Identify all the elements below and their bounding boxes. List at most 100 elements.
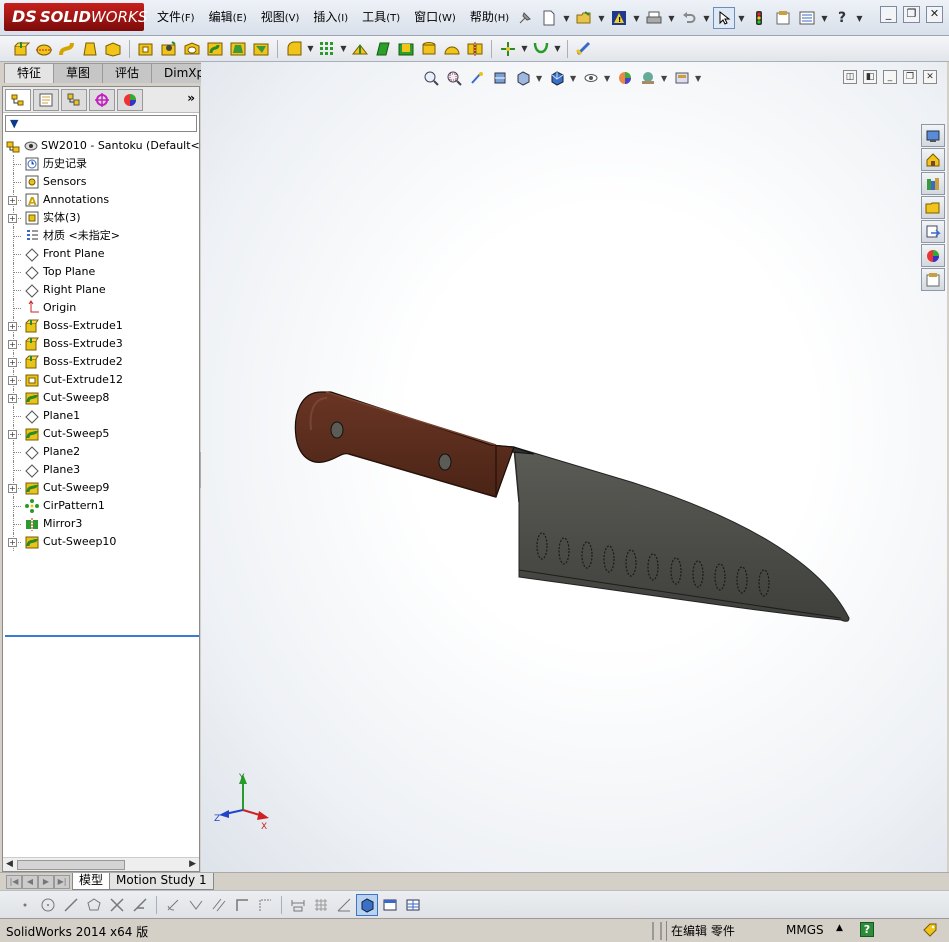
extruded-boss-icon[interactable] — [10, 38, 32, 60]
tree-item[interactable]: 历史记录 — [3, 155, 199, 173]
curves-icon[interactable] — [530, 38, 552, 60]
solidworks-resources-icon[interactable] — [921, 124, 945, 147]
fillet-dropdown[interactable]: ▼ — [306, 44, 315, 53]
tree-item[interactable]: Mirror3 — [3, 515, 199, 533]
knife-model[interactable] — [201, 62, 947, 872]
revolved-cut-icon[interactable] — [181, 38, 203, 60]
home-icon[interactable] — [921, 148, 945, 171]
dome-icon[interactable] — [441, 38, 463, 60]
graphics-area[interactable]: ▼ ▼ ▼ ▼ ▼ ◫ ◧ _ ❐ ✕ Y X Z — [201, 62, 947, 872]
tree-item[interactable]: + Cut-Sweep10 — [3, 533, 199, 551]
command-tab-2[interactable]: 评估 — [102, 63, 153, 83]
hole-wizard-icon[interactable] — [158, 38, 180, 60]
menu-item-3[interactable]: 插入(I) — [306, 0, 355, 37]
rebuild-warning-button[interactable]: ! — [608, 7, 630, 29]
grid-icon[interactable] — [310, 894, 332, 916]
pattern-dropdown[interactable]: ▼ — [339, 44, 348, 53]
file-explorer-icon[interactable] — [921, 196, 945, 219]
mirror-feature-icon[interactable] — [464, 38, 486, 60]
menu-item-6[interactable]: 帮助(H) — [463, 0, 516, 37]
new-document-button[interactable] — [538, 7, 560, 29]
tag-icon[interactable] — [922, 922, 938, 938]
lofted-boss-icon[interactable] — [79, 38, 101, 60]
dimension-icon[interactable] — [287, 894, 309, 916]
first-tab-icon[interactable]: |◀ — [6, 875, 22, 889]
parallel-lines-icon[interactable] — [208, 894, 230, 916]
tree-item[interactable]: + Cut-Extrude12 — [3, 371, 199, 389]
menu-item-5[interactable]: 窗口(W) — [407, 0, 463, 37]
tree-item[interactable]: Plane2 — [3, 443, 199, 461]
pin-icon[interactable] — [514, 7, 536, 29]
instant3d-icon[interactable] — [573, 38, 595, 60]
print-button[interactable] — [643, 7, 665, 29]
tree-item[interactable]: + Cut-Sweep9 — [3, 479, 199, 497]
configuration-manager-tab-icon[interactable] — [61, 88, 87, 111]
linear-pattern-icon[interactable] — [316, 38, 338, 60]
boundary-cut-icon[interactable] — [250, 38, 272, 60]
file-properties-button[interactable] — [772, 7, 794, 29]
angle-icon[interactable] — [333, 894, 355, 916]
quick-tips-icon[interactable]: ? — [860, 922, 874, 937]
expand-plus-icon[interactable]: + — [8, 430, 17, 439]
menu-item-2[interactable]: 视图(V) — [254, 0, 307, 37]
scroll-right-icon[interactable]: ▶ — [189, 859, 196, 869]
bottom-tab-0[interactable]: 模型 — [72, 873, 111, 890]
extend-icon[interactable] — [129, 894, 151, 916]
rebuild-traffic-light-button[interactable] — [748, 7, 770, 29]
menu-item-1[interactable]: 编辑(E) — [202, 0, 254, 37]
trim-icon[interactable] — [106, 894, 128, 916]
swept-boss-icon[interactable] — [56, 38, 78, 60]
menu-item-4[interactable]: 工具(T) — [355, 0, 407, 37]
tree-item[interactable]: Front Plane — [3, 245, 199, 263]
construction-geometry-icon[interactable] — [254, 894, 276, 916]
tree-item[interactable]: + 实体(3) — [3, 209, 199, 227]
expand-plus-icon[interactable]: + — [8, 538, 17, 547]
tree-item[interactable]: Origin — [3, 299, 199, 317]
circle-icon[interactable] — [37, 894, 59, 916]
expand-plus-icon[interactable]: + — [8, 196, 17, 205]
swept-cut-icon[interactable] — [204, 38, 226, 60]
restore-button[interactable]: ❐ — [903, 6, 920, 23]
tree-horizontal-scrollbar[interactable]: ◀ ▶ — [3, 857, 199, 871]
tree-item[interactable]: Plane1 — [3, 407, 199, 425]
revolved-boss-icon[interactable] — [33, 38, 55, 60]
reference-geometry-dropdown[interactable]: ▼ — [520, 44, 529, 53]
close-button[interactable]: ✕ — [926, 6, 943, 23]
expand-plus-icon[interactable]: + — [8, 376, 17, 385]
corner-icon[interactable] — [231, 894, 253, 916]
shell-icon[interactable] — [395, 38, 417, 60]
undo-button[interactable] — [678, 7, 700, 29]
view-palette-icon[interactable] — [921, 220, 945, 243]
fillet-icon[interactable] — [283, 38, 305, 60]
new-dropdown[interactable]: ▼ — [562, 14, 571, 23]
wrap-icon[interactable] — [418, 38, 440, 60]
rib-icon[interactable] — [349, 38, 371, 60]
tree-item[interactable]: 材质 <未指定> — [3, 227, 199, 245]
point-icon[interactable] — [14, 894, 36, 916]
tree-item[interactable]: + Cut-Sweep5 — [3, 425, 199, 443]
select-button[interactable] — [713, 7, 735, 29]
curves-dropdown[interactable]: ▼ — [553, 44, 562, 53]
options-button[interactable] — [796, 7, 818, 29]
single-view-icon[interactable] — [379, 894, 401, 916]
command-tab-0[interactable]: 特征 — [4, 63, 55, 83]
tree-item[interactable]: + Boss-Extrude3 — [3, 335, 199, 353]
tree-item[interactable]: Right Plane — [3, 281, 199, 299]
knife-handle[interactable] — [294, 391, 515, 498]
select-dropdown[interactable]: ▼ — [737, 14, 746, 23]
help-dropdown[interactable]: ▼ — [855, 14, 864, 23]
appearances-scenes-icon[interactable] — [921, 244, 945, 267]
draft-icon[interactable] — [372, 38, 394, 60]
3d-box-icon[interactable] — [356, 893, 378, 916]
tree-item[interactable]: + Cut-Sweep8 — [3, 389, 199, 407]
solidworks-logo[interactable]: DS SOLIDWORKS — [4, 3, 147, 31]
options-dropdown[interactable]: ▼ — [820, 14, 829, 23]
line-icon[interactable] — [60, 894, 82, 916]
help-button[interactable]: ? — [831, 7, 853, 29]
bottom-tab-1[interactable]: Motion Study 1 — [109, 873, 214, 890]
next-tab-icon[interactable]: ▶ — [38, 875, 54, 889]
tree-item[interactable]: Top Plane — [3, 263, 199, 281]
lofted-cut-icon[interactable] — [227, 38, 249, 60]
menu-item-0[interactable]: 文件(F) — [150, 0, 202, 37]
tree-root-part[interactable]: SW2010 - Santoku (Default<<D — [3, 137, 217, 155]
